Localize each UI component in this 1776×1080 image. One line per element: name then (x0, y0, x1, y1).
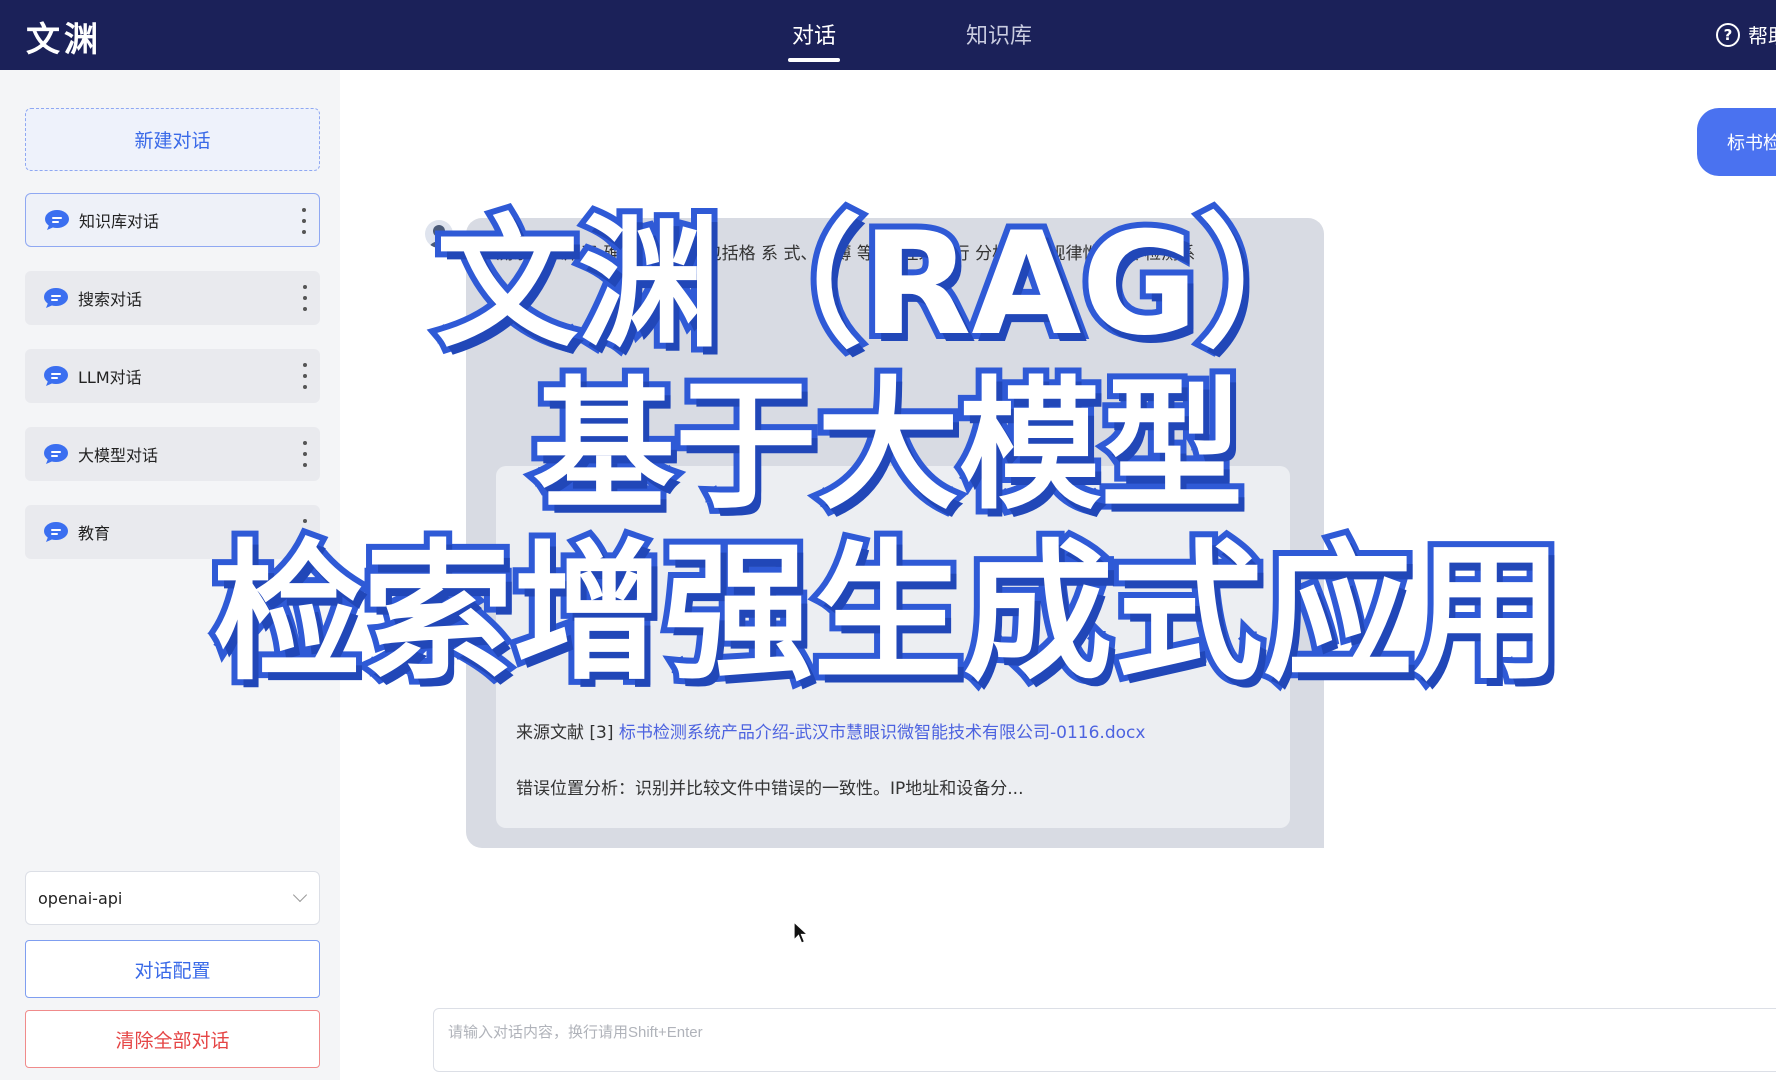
top-right-action-button[interactable]: 标书检测 (1697, 108, 1776, 176)
overlay-title-line2: 基于大模型 (527, 358, 1249, 535)
top-nav-bar: 文渊 对话 知识库 ? 帮助 (0, 0, 1776, 70)
model-select[interactable]: openai-api (25, 871, 320, 925)
source-summary: 错误位置分析：识别并比较文件中错误的一致性。IP地址和设备分... (516, 779, 1024, 799)
source-link[interactable]: 标书检测系统产品介绍-武汉市慧眼识微智能技术有限公司-0116.docx (619, 723, 1146, 743)
source-reference: 来源文献 [3] 标书检测系统产品介绍-武汉市慧眼识微智能技术有限公司-0116… (516, 718, 1145, 743)
mouse-cursor-icon (793, 921, 809, 944)
overlay-title-line3: 检索增强生成式应用 (207, 521, 1569, 707)
model-select-value: openai-api (38, 888, 123, 908)
clear-all-chats-button[interactable]: 清除全部对话 (25, 1010, 320, 1068)
help-label: 帮助 (1748, 24, 1776, 48)
chat-input[interactable] (433, 1008, 1776, 1072)
tab-chat[interactable]: 对话 (787, 18, 841, 62)
chat-config-button[interactable]: 对话配置 (25, 940, 320, 998)
tab-knowledge-base[interactable]: 知识库 (966, 18, 1032, 50)
app-logo[interactable]: 文渊 (26, 12, 102, 61)
help-icon: ? (1716, 22, 1740, 47)
help-button[interactable]: ? 帮助 (1716, 20, 1776, 49)
chevron-down-icon (292, 887, 308, 903)
source-prefix: 来源文献 [3] (516, 723, 614, 743)
new-chat-button[interactable]: 新建对话 (25, 108, 320, 171)
overlay-title-line1: 文渊（RAG） (430, 196, 1346, 373)
